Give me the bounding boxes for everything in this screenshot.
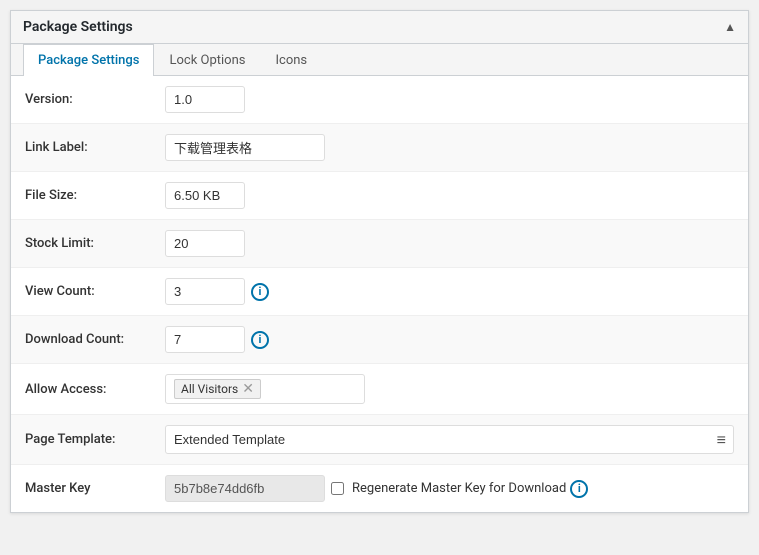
- page-template-select-wrapper: Extended Template Default Template Full …: [165, 425, 734, 454]
- master-key-control: Regenerate Master Key for Download i: [165, 475, 734, 502]
- download-count-row: Download Count: i: [11, 316, 748, 364]
- download-count-label: Download Count:: [25, 332, 165, 347]
- stock-limit-control: [165, 230, 734, 257]
- form-body: Version: Link Label: File Size: Stock Li…: [11, 76, 748, 512]
- tag-remove-icon[interactable]: ✕: [242, 382, 254, 396]
- view-count-label: View Count:: [25, 284, 165, 299]
- regen-text: Regenerate Master Key for Download: [352, 481, 566, 496]
- package-settings-panel: Package Settings ▲ Package Settings Lock…: [10, 10, 749, 513]
- tabs-container: Package Settings Lock Options Icons: [11, 44, 748, 76]
- page-template-label: Page Template:: [25, 432, 165, 447]
- view-count-input[interactable]: [165, 278, 245, 305]
- view-count-control: i: [165, 278, 734, 305]
- collapse-icon[interactable]: ▲: [724, 20, 736, 34]
- version-input[interactable]: [165, 86, 245, 113]
- tab-lock-options[interactable]: Lock Options: [154, 44, 260, 76]
- file-size-input[interactable]: [165, 182, 245, 209]
- tag-value: All Visitors: [181, 382, 238, 396]
- allow-access-control: All Visitors ✕: [165, 374, 734, 404]
- panel-title: Package Settings: [23, 19, 133, 35]
- panel-header: Package Settings ▲: [11, 11, 748, 44]
- version-label: Version:: [25, 92, 165, 107]
- regen-checkbox[interactable]: [331, 482, 344, 495]
- tab-package-settings[interactable]: Package Settings: [23, 44, 154, 76]
- regen-label: Regenerate Master Key for Download i: [331, 480, 588, 498]
- allow-access-tag-container[interactable]: All Visitors ✕: [165, 374, 365, 404]
- version-row: Version:: [11, 76, 748, 124]
- allow-access-tag: All Visitors ✕: [174, 379, 261, 399]
- version-control: [165, 86, 734, 113]
- allow-access-row: Allow Access: All Visitors ✕: [11, 364, 748, 415]
- download-count-control: i: [165, 326, 734, 353]
- page-template-select[interactable]: Extended Template Default Template Full …: [165, 425, 734, 454]
- stock-limit-label: Stock Limit:: [25, 236, 165, 251]
- master-key-label: Master Key: [25, 481, 165, 496]
- link-label-input[interactable]: [165, 134, 325, 161]
- tab-icons[interactable]: Icons: [260, 44, 322, 76]
- download-count-input[interactable]: [165, 326, 245, 353]
- stock-limit-row: Stock Limit:: [11, 220, 748, 268]
- view-count-row: View Count: i: [11, 268, 748, 316]
- master-key-info-icon[interactable]: i: [570, 480, 588, 498]
- link-label-label: Link Label:: [25, 140, 165, 155]
- page-template-control: Extended Template Default Template Full …: [165, 425, 734, 454]
- stock-limit-input[interactable]: [165, 230, 245, 257]
- view-count-info-icon[interactable]: i: [251, 283, 269, 301]
- file-size-label: File Size:: [25, 188, 165, 203]
- master-key-input: [165, 475, 325, 502]
- file-size-row: File Size:: [11, 172, 748, 220]
- link-label-control: [165, 134, 734, 161]
- page-template-row: Page Template: Extended Template Default…: [11, 415, 748, 465]
- link-label-row: Link Label:: [11, 124, 748, 172]
- allow-access-label: Allow Access:: [25, 382, 165, 397]
- master-key-row: Master Key Regenerate Master Key for Dow…: [11, 465, 748, 512]
- file-size-control: [165, 182, 734, 209]
- download-count-info-icon[interactable]: i: [251, 331, 269, 349]
